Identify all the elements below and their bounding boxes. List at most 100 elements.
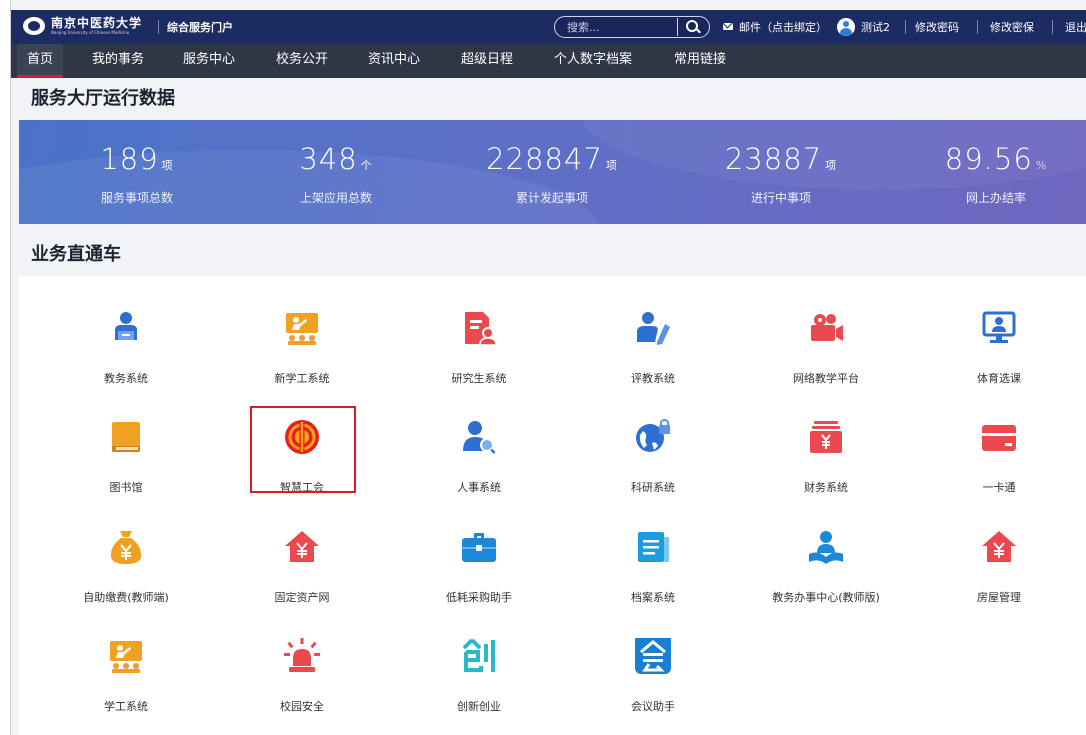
- app-finance-system[interactable]: 财务系统: [741, 419, 911, 519]
- divider: [905, 20, 906, 34]
- app-pe-course-selection[interactable]: 体育选课: [914, 310, 1084, 410]
- app-label: 一卡通: [982, 481, 1016, 494]
- archive-icon: [638, 532, 669, 562]
- app-campus-card[interactable]: 一卡通: [914, 419, 1084, 519]
- nav-home[interactable]: 首页: [17, 44, 64, 78]
- app-teaching-office-center[interactable]: 教务办事中心(教师版): [741, 529, 911, 629]
- reading-person-icon: [809, 531, 843, 564]
- app-online-teaching-platform[interactable]: 网络教学平台: [741, 310, 911, 410]
- app-student-affairs[interactable]: 学工系统: [41, 638, 211, 735]
- app-label: 低耗采购助手: [446, 591, 512, 604]
- app-fixed-assets[interactable]: 固定资产网: [217, 529, 387, 629]
- stat-item: 89.56% 网上办结率: [891, 142, 1086, 206]
- nav-personal-archive[interactable]: 个人数字档案: [554, 44, 632, 78]
- classroom-icon: [110, 641, 142, 673]
- stat-value: 23887 项: [724, 142, 838, 176]
- university-emblem-icon: [23, 17, 45, 35]
- app-graduate-system[interactable]: 研究生系统: [394, 310, 564, 410]
- stat-value: 89.56%: [944, 142, 1048, 176]
- mail-icon[interactable]: [723, 23, 733, 30]
- top-bar: 南京中医药大学 Nanjing University of Chinese Me…: [11, 10, 1086, 44]
- stat-value: 189 项: [100, 142, 174, 176]
- nav-my-affairs[interactable]: 我的事务: [92, 44, 144, 78]
- nav-school-affairs[interactable]: 校务公开: [276, 44, 328, 78]
- nav-common-links[interactable]: 常用链接: [674, 44, 726, 78]
- user-name[interactable]: 测试2: [861, 19, 890, 35]
- app-label: 图书馆: [109, 481, 143, 494]
- search-box: [554, 16, 710, 38]
- app-housing-management[interactable]: 房屋管理: [914, 529, 1084, 629]
- student-document-icon: [465, 312, 497, 346]
- briefcase-icon: [462, 533, 496, 562]
- card-icon: [982, 425, 1016, 451]
- app-academic-affairs[interactable]: 教务系统: [41, 310, 211, 410]
- app-label: 网络教学平台: [793, 372, 859, 385]
- university-name[interactable]: 南京中医药大学: [51, 14, 142, 31]
- stats-banner: 189 项 服务事项总数 348 个 上架应用总数 228847 项 累计发起事项 2…: [19, 120, 1086, 224]
- house-yuan-icon: [285, 531, 319, 562]
- app-self-payment[interactable]: 自助缴费(教师端): [41, 529, 211, 629]
- book-icon: [112, 422, 140, 452]
- mail-bind-link[interactable]: 邮件（点击绑定）: [739, 19, 827, 35]
- stat-item: 23887 项 进行中事项: [676, 142, 886, 206]
- app-procurement-assistant[interactable]: 低耗采购助手: [394, 529, 564, 629]
- app-library[interactable]: 图书馆: [41, 419, 211, 519]
- app-meeting-assistant[interactable]: 会议助手: [568, 638, 738, 735]
- search-input[interactable]: [567, 19, 677, 35]
- nav-super-schedule[interactable]: 超级日程: [461, 44, 513, 78]
- app-label: 档案系统: [631, 591, 675, 604]
- app-archive-system[interactable]: 档案系统: [568, 529, 738, 629]
- app-label: 校园安全: [280, 700, 324, 713]
- stat-value: 228847 项: [486, 142, 618, 176]
- change-password-link[interactable]: 修改密码: [915, 19, 959, 35]
- logout-link[interactable]: 退出: [1065, 19, 1086, 35]
- apps-panel: 教务系统 新学工系统 研究生系统 评教系统 网络教学平台 体育选课 图书馆 智慧…: [19, 276, 1086, 735]
- monitor-person-icon: [982, 311, 1016, 343]
- app-personnel-system[interactable]: 人事系统: [394, 419, 564, 519]
- stat-label: 进行中事项: [750, 191, 811, 205]
- apps-section-title: 业务直通车: [31, 244, 121, 265]
- app-label: 教务办事中心(教师版): [772, 591, 880, 604]
- stat-item: 348 个 上架应用总数: [231, 142, 441, 206]
- app-label: 人事系统: [457, 481, 501, 494]
- app-innovation-entrepreneurship[interactable]: 创新创业: [394, 638, 564, 735]
- app-label: 创新创业: [457, 700, 501, 713]
- app-label: 房屋管理: [977, 591, 1021, 604]
- divider: [1052, 20, 1053, 34]
- evaluation-icon: [637, 312, 670, 345]
- app-new-student-affairs[interactable]: 新学工系统: [217, 310, 387, 410]
- video-camera-icon: [811, 314, 843, 341]
- nav-news-center[interactable]: 资讯中心: [368, 44, 420, 78]
- yuan-box-icon: [810, 421, 842, 453]
- app-campus-safety[interactable]: 校园安全: [217, 638, 387, 735]
- stat-label: 网上办结率: [965, 191, 1026, 205]
- stat-item: 189 项 服务事项总数: [32, 142, 242, 206]
- personnel-search-icon: [463, 421, 496, 454]
- app-label: 科研系统: [631, 481, 675, 494]
- divider: [977, 20, 978, 34]
- money-bag-icon: [110, 531, 142, 564]
- stat-label: 上架应用总数: [299, 191, 372, 205]
- change-security-link[interactable]: 修改密保: [990, 19, 1034, 35]
- stats-section-title: 服务大厅运行数据: [31, 88, 175, 109]
- app-label: 财务系统: [804, 481, 848, 494]
- user-avatar-icon[interactable]: [837, 18, 855, 36]
- app-label: 评教系统: [631, 372, 675, 385]
- app-label: 自助缴费(教师端): [83, 591, 169, 604]
- divider: [158, 20, 159, 34]
- nav-service-center[interactable]: 服务中心: [183, 44, 235, 78]
- app-label: 研究生系统: [451, 372, 507, 385]
- main-nav: 首页 我的事务 服务中心 校务公开 资讯中心 超级日程 个人数字档案 常用链接: [11, 44, 1086, 78]
- app-label: 固定资产网: [274, 591, 330, 604]
- classroom-icon: [286, 313, 318, 345]
- highlight-box: [250, 406, 356, 493]
- app-teaching-evaluation[interactable]: 评教系统: [568, 310, 738, 410]
- chuang-icon: [462, 638, 495, 672]
- search-icon[interactable]: [677, 18, 707, 36]
- stat-value: 348 个: [299, 142, 373, 176]
- university-name-en: Nanjing University of Chinese Medicine: [51, 30, 130, 35]
- meeting-icon: [635, 638, 671, 674]
- app-label: 学工系统: [104, 700, 148, 713]
- app-research-system[interactable]: 科研系统: [568, 419, 738, 519]
- stat-item: 228847 项 累计发起事项: [447, 142, 657, 206]
